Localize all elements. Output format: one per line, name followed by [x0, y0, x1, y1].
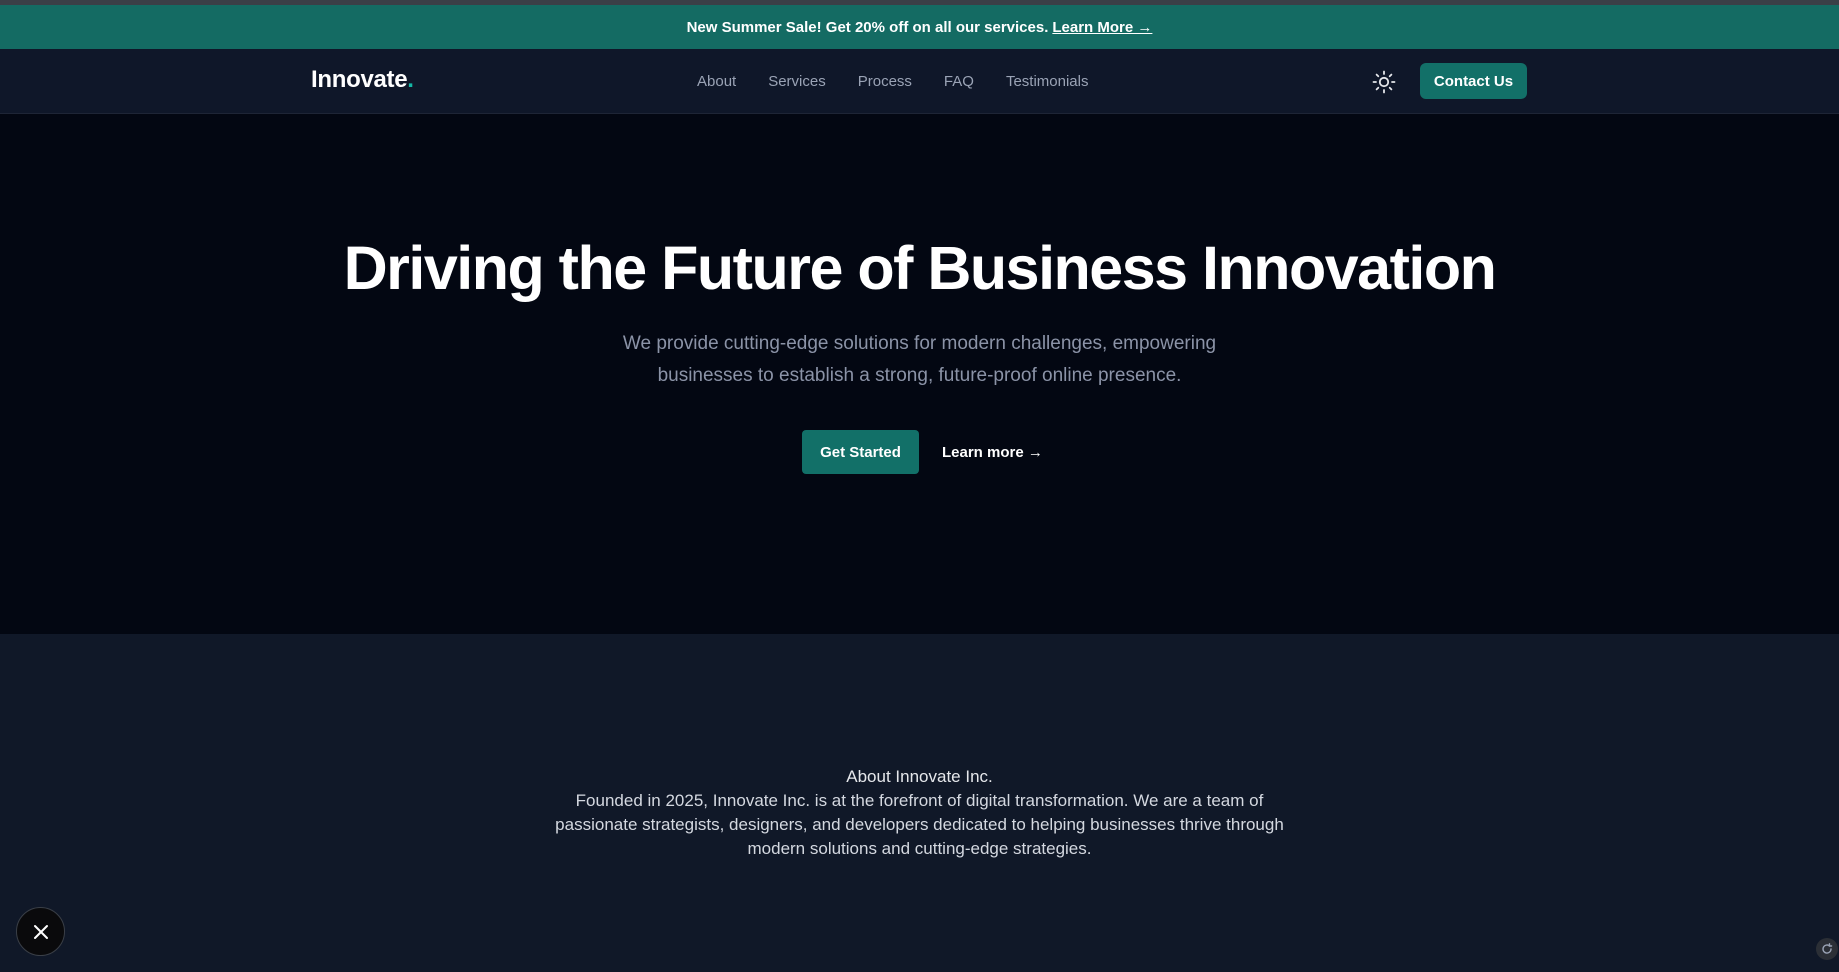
refresh-button[interactable] [1816, 938, 1838, 960]
close-icon [33, 924, 48, 939]
hero-title: Driving the Future of Business Innovatio… [343, 234, 1497, 302]
promo-banner: New Summer Sale! Get 20% off on all our … [0, 5, 1839, 49]
close-button[interactable] [16, 907, 65, 956]
nav-links: About Services Process FAQ Testimonials [697, 49, 1120, 113]
logo-dot: . [407, 66, 414, 93]
logo[interactable]: Innovate. [311, 66, 414, 94]
promo-learn-more-link[interactable]: Learn More → [1052, 19, 1152, 36]
nav-link-services[interactable]: Services [768, 73, 826, 90]
sun-icon [1372, 70, 1396, 94]
logo-text: Innovate [311, 66, 408, 93]
learn-more-link[interactable]: Learn more → [942, 430, 1043, 474]
nav-link-testimonials[interactable]: Testimonials [1006, 73, 1089, 90]
nav-link-faq[interactable]: FAQ [944, 73, 974, 90]
theme-toggle-button[interactable] [1370, 68, 1398, 96]
nav-link-process[interactable]: Process [858, 73, 912, 90]
about-title: About Innovate Inc. [846, 767, 993, 786]
about-text: Founded in 2025, Innovate Inc. is at the… [555, 791, 1284, 858]
about-section: About Innovate Inc. Founded in 2025, Inn… [0, 634, 1839, 972]
promo-text: New Summer Sale! Get 20% off on all our … [686, 18, 1049, 36]
hero-section: Driving the Future of Business Innovatio… [0, 114, 1839, 634]
refresh-icon [1822, 943, 1833, 954]
nav-link-about[interactable]: About [697, 73, 736, 90]
contact-us-button[interactable]: Contact Us [1420, 63, 1527, 99]
get-started-button[interactable]: Get Started [802, 430, 919, 474]
hero-subtitle: We provide cutting-edge solutions for mo… [622, 333, 1217, 386]
navbar: Innovate. About Services Process FAQ Tes… [0, 49, 1839, 114]
